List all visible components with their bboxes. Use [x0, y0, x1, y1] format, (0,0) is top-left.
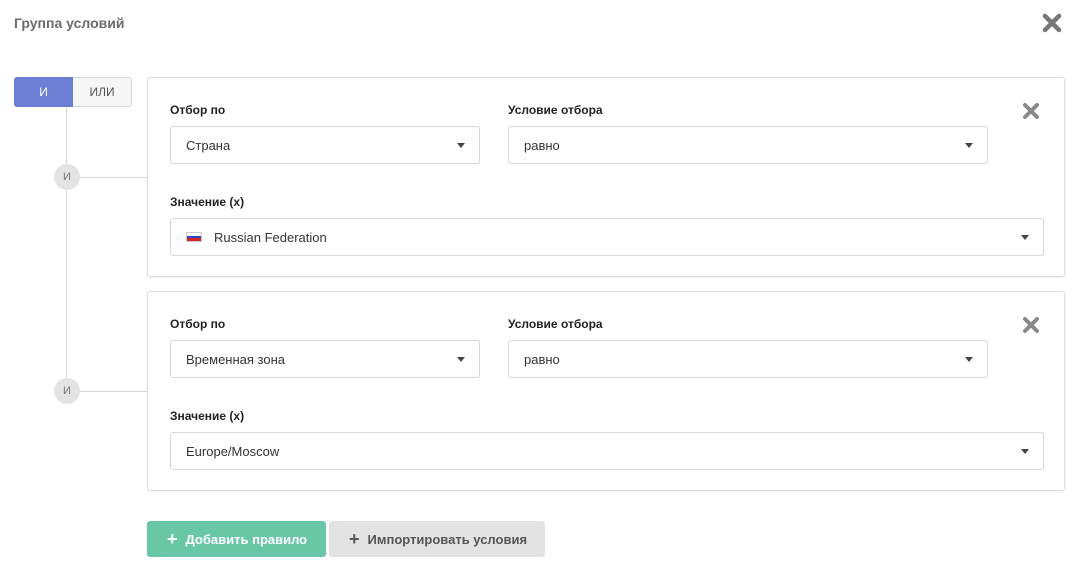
add-rule-button[interactable]: + Добавить правило — [147, 521, 326, 557]
value-text: Europe/Moscow — [186, 443, 280, 459]
filter-by-value: Временная зона — [186, 351, 285, 367]
filter-by-value: Страна — [186, 137, 231, 153]
caret-down-icon — [965, 357, 973, 362]
condition-value: равно — [524, 137, 560, 153]
condition-label: Условие отбора — [508, 103, 603, 117]
rule-card: Отбор по Временная зона Условие отбора р… — [147, 291, 1065, 491]
remove-rule-icon[interactable] — [1022, 316, 1040, 334]
logic-toggle: И ИЛИ — [14, 77, 132, 107]
condition-value: равно — [524, 351, 560, 367]
close-icon[interactable] — [1041, 12, 1063, 34]
add-rule-label: Добавить правило — [185, 531, 308, 547]
filter-by-label: Отбор по — [170, 103, 226, 117]
remove-rule-icon[interactable] — [1022, 102, 1040, 120]
value-label: Значение (x) — [170, 195, 245, 209]
value-select[interactable]: Russian Federation — [170, 218, 1044, 256]
value-select[interactable]: Europe/Moscow — [170, 432, 1044, 470]
russia-flag-icon — [186, 232, 202, 242]
filter-by-select[interactable]: Страна — [170, 126, 480, 164]
caret-down-icon — [1021, 449, 1029, 454]
caret-down-icon — [965, 143, 973, 148]
condition-select[interactable]: равно — [508, 126, 988, 164]
plus-icon: + — [349, 529, 360, 549]
dialog-title: Группа условий — [14, 15, 125, 31]
condition-select[interactable]: равно — [508, 340, 988, 378]
caret-down-icon — [457, 143, 465, 148]
caret-down-icon — [457, 357, 465, 362]
import-conditions-label: Импортировать условия — [367, 531, 528, 547]
filter-by-select[interactable]: Временная зона — [170, 340, 480, 378]
value-label: Значение (x) — [170, 409, 245, 423]
value-text: Russian Federation — [214, 229, 327, 245]
filter-by-label: Отбор по — [170, 317, 226, 331]
caret-down-icon — [1021, 235, 1029, 240]
tree-node-and: И — [54, 164, 80, 190]
rule-card: Отбор по Страна Условие отбора равно Зна… — [147, 77, 1065, 277]
import-conditions-button[interactable]: + Импортировать условия — [329, 521, 545, 557]
tree-node-and: И — [54, 378, 80, 404]
logic-and-button[interactable]: И — [14, 77, 73, 107]
plus-icon: + — [167, 529, 178, 549]
logic-or-button[interactable]: ИЛИ — [73, 77, 132, 107]
condition-label: Условие отбора — [508, 317, 603, 331]
tree-line — [66, 107, 67, 392]
